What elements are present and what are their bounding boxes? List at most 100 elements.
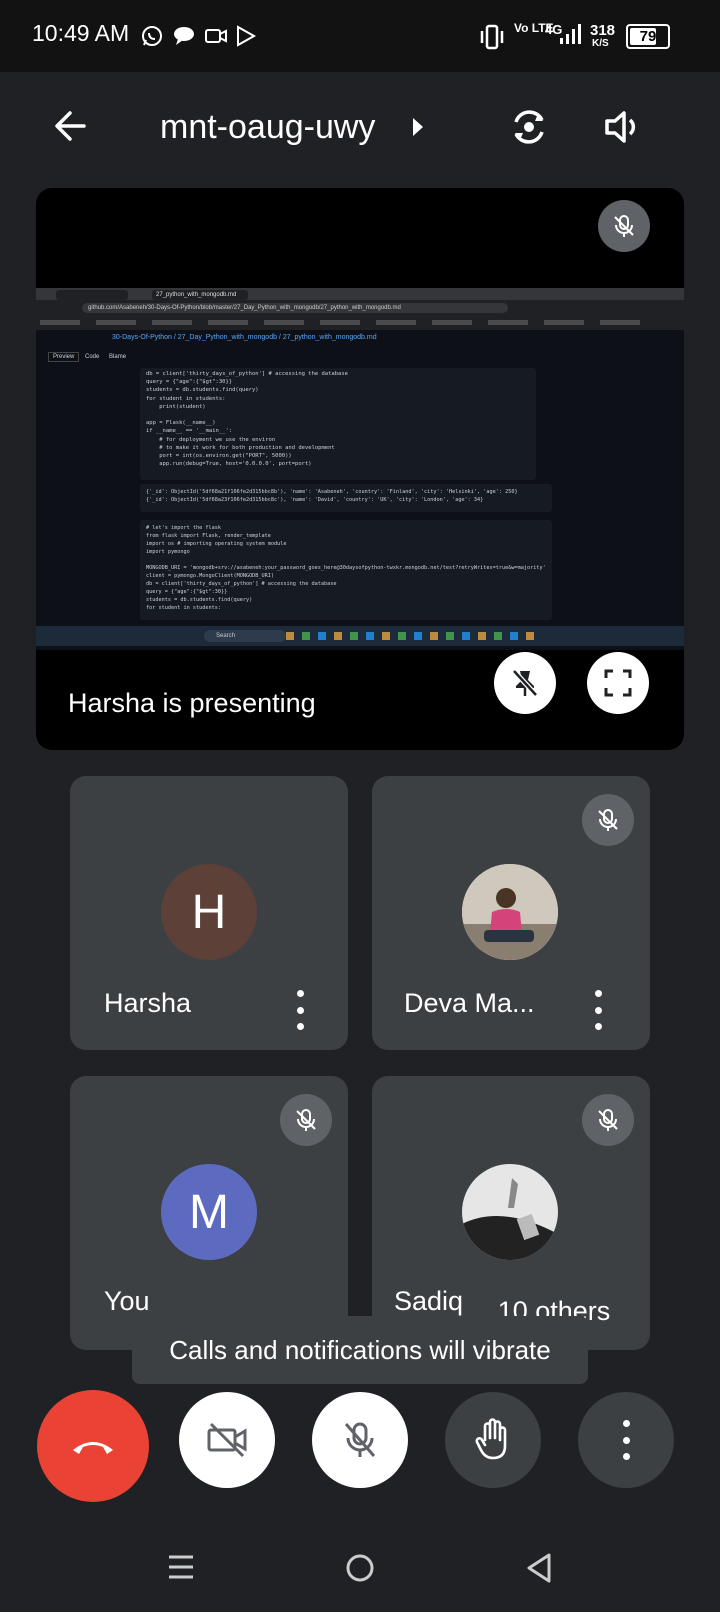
more-options-icon[interactable] [288, 990, 312, 1030]
chevron-right-icon[interactable] [410, 116, 426, 138]
shared-screen: 27_python_with_mongodb.md github.com/Asa… [36, 288, 684, 650]
code-line: from flask import Flask, render_template [146, 533, 271, 539]
battery-icon: 79 [626, 24, 670, 49]
unpin-icon [512, 669, 538, 697]
repo-breadcrumb: 30-Days-Of-Python / 27_Day_Python_with_m… [36, 330, 684, 348]
status-time: 10:49 AM [32, 20, 130, 46]
code-line: # to make it work for both production an… [146, 444, 335, 451]
participant-tile-harsha[interactable]: H Harsha [70, 776, 348, 1050]
meeting-header: mnt-oaug-uwy [0, 72, 720, 186]
code-line: db = client['thirty_days_of_python'] # a… [146, 581, 337, 587]
fullscreen-button[interactable] [587, 652, 649, 714]
tab-preview: Preview [48, 352, 80, 362]
code-line: db = client['thirty_days_of_python'] # a… [146, 371, 348, 377]
car-emblem-photo-icon [462, 1164, 558, 1260]
code-line: query = {"age":{"$gt":30}} [146, 379, 233, 386]
play-store-icon [237, 25, 257, 47]
presenter-mute-badge [598, 200, 650, 252]
code-line: print(student) [146, 403, 206, 410]
camera-off-button[interactable] [179, 1392, 275, 1488]
participant-name: Deva Ma... [404, 988, 535, 1018]
mic-off-icon [598, 809, 618, 831]
speaker-icon[interactable] [602, 106, 644, 148]
code-line: students = db.students.find(query) [146, 387, 259, 394]
code-line: app = Flask(__name__) [146, 420, 216, 427]
signal-icon [560, 24, 581, 44]
whatsapp-icon [142, 26, 162, 46]
participant-tile-deva[interactable]: Deva Ma... [372, 776, 650, 1050]
battery-level: 79 [639, 28, 657, 45]
more-vert-icon [614, 1420, 638, 1460]
network-speed-unit: K/S [592, 38, 609, 49]
hand-icon [475, 1418, 507, 1460]
switch-camera-icon[interactable] [508, 106, 550, 148]
mute-badge [582, 794, 634, 846]
mic-off-icon [614, 215, 634, 237]
participant-name: You [104, 1286, 150, 1316]
back-arrow-icon[interactable] [52, 108, 88, 144]
participant-tile-you[interactable]: M You [70, 1076, 348, 1350]
mic-off-icon [344, 1422, 376, 1457]
person-photo-icon [462, 864, 558, 960]
back-icon[interactable] [524, 1552, 554, 1584]
avatar: M [161, 1164, 257, 1260]
code-block-1: db = client['thirty_days_of_python'] # a… [140, 368, 536, 480]
code-line: app.run(debug=True, host='0.0.0.0', port… [146, 461, 312, 468]
raise-hand-button[interactable] [445, 1392, 541, 1488]
presentation-tile[interactable]: 27_python_with_mongodb.md github.com/Asa… [36, 188, 684, 750]
mic-off-button[interactable] [312, 1392, 408, 1488]
end-call-button[interactable] [37, 1390, 149, 1502]
code-line: import os # importing operating system m… [146, 541, 287, 547]
browser-url: github.com/Asabeneh/30-Days-Of-Python/bl… [82, 303, 508, 313]
participant-name: Sadiq [394, 1286, 464, 1316]
code-line: {'_id': ObjectId('5df68a21f106fe2d315bbc… [146, 489, 518, 495]
meeting-code[interactable]: mnt-oaug-uwy [160, 108, 375, 147]
taskbar-search: Search [204, 630, 286, 642]
github-page: Preview Code Blame db = client['thirty_d… [36, 348, 684, 650]
code-line: # for deployment we use the environ [146, 436, 276, 443]
code-line: for student in students: [146, 605, 221, 611]
system-nav-bar [0, 1522, 720, 1612]
avatar-photo [462, 1164, 558, 1260]
code-line: students = db.students.find(query) [146, 597, 253, 603]
windows-taskbar: Search [36, 626, 684, 646]
more-options-button[interactable] [578, 1392, 674, 1488]
mute-badge [582, 1094, 634, 1146]
end-call-icon [73, 1442, 113, 1454]
file-tabs: Preview Code Blame [48, 352, 130, 362]
tab-blame: Blame [109, 354, 127, 360]
fullscreen-icon [604, 669, 632, 697]
avatar-photo [462, 864, 558, 960]
home-icon[interactable] [344, 1552, 376, 1584]
code-line: MONGODB_URI = 'mongodb+srv://asabeneh:yo… [146, 565, 546, 571]
avatar: H [161, 864, 257, 960]
mic-off-icon [598, 1109, 618, 1131]
code-line: query = {"age":{"$gt":30}} [146, 589, 228, 595]
browser-addressbar: github.com/Asabeneh/30-Days-Of-Python/bl… [36, 300, 684, 316]
network-speed: 318 [590, 22, 616, 39]
browser-tab-title: 27_python_with_mongodb.md [152, 290, 248, 300]
recent-apps-icon[interactable] [166, 1552, 196, 1582]
code-line: if __name__ == '__main__': [146, 428, 233, 435]
mute-badge [280, 1094, 332, 1146]
tab-code: Code [85, 354, 100, 360]
unpin-button[interactable] [494, 652, 556, 714]
chat-icon [174, 27, 194, 45]
vibrate-icon [480, 24, 504, 50]
mic-off-icon [296, 1109, 316, 1131]
code-line: # let's import the flask [146, 525, 221, 531]
bookmarks-bar [36, 316, 684, 331]
code-line: import pymongo [146, 549, 190, 555]
participant-name: Harsha [104, 988, 192, 1018]
code-line: {'_id': ObjectId('5df68a23f106fe2d315bbc… [146, 497, 484, 503]
camera-off-icon [207, 1422, 247, 1458]
code-block-2: # let's import the flask from flask impor… [140, 520, 552, 620]
code-line: for student in students: [146, 395, 226, 402]
file-breadcrumb: 30-Days-Of-Python / 27_Day_Python_with_m… [112, 334, 377, 341]
browser-tabbar: 27_python_with_mongodb.md [36, 288, 684, 300]
presenting-label: Harsha is presenting [68, 688, 316, 718]
video-icon [205, 29, 227, 43]
more-options-icon[interactable] [586, 990, 610, 1030]
